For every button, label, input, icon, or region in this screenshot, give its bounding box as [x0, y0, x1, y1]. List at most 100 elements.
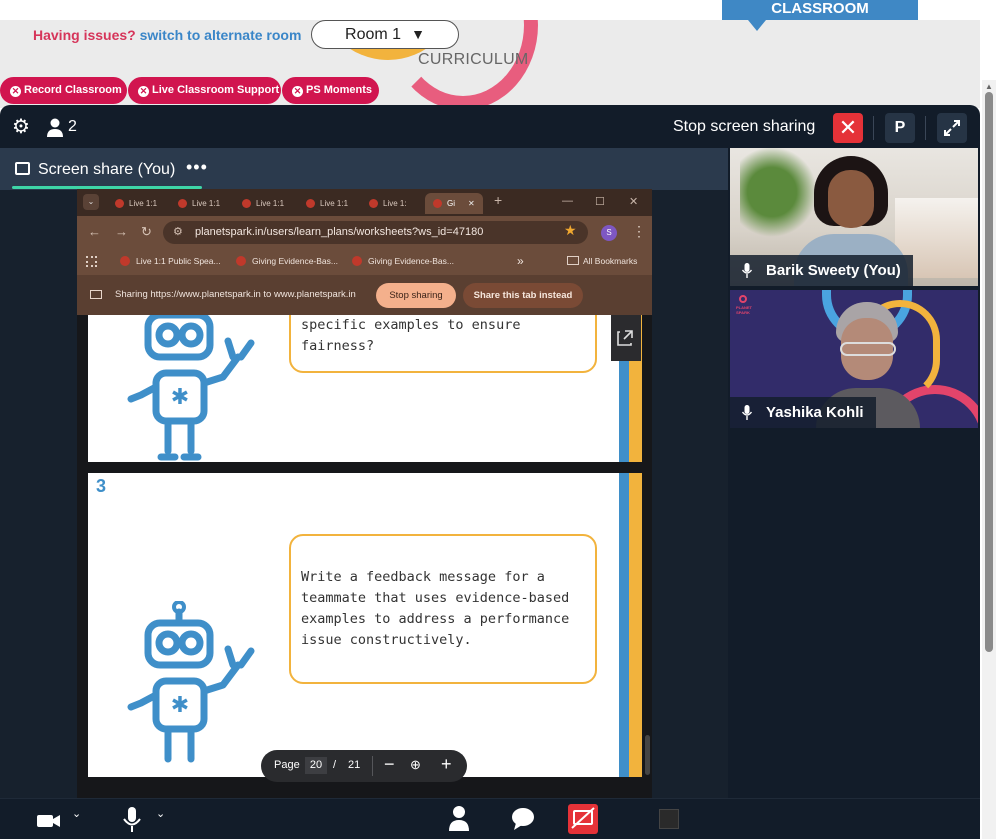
- question-line: Write a feedback message for a: [301, 569, 545, 585]
- page-separator: /: [333, 759, 337, 771]
- avatar: [794, 156, 908, 286]
- browser-tab[interactable]: Live 1:: [361, 193, 421, 214]
- page-scrollbar[interactable]: ▲: [982, 80, 996, 839]
- participant-tile[interactable]: Barik Sweety (You): [730, 148, 978, 286]
- worksheet-card: 3 ✱ Write a feedback message for a teamm…: [88, 473, 642, 777]
- browser-tab-active[interactable]: Gi ✕: [425, 193, 483, 214]
- scrollbar-thumb[interactable]: [985, 92, 993, 652]
- robot-illustration: ✱: [127, 601, 255, 763]
- more-options-icon[interactable]: •••: [186, 157, 208, 178]
- camera-options-chevron-icon[interactable]: ⌄: [72, 807, 81, 820]
- stop-sharing-close-icon[interactable]: ✕: [833, 113, 863, 143]
- tab-close-icon[interactable]: ✕: [468, 193, 475, 214]
- zoom-fit-icon[interactable]: ⊕: [410, 757, 421, 773]
- divider: [925, 116, 926, 140]
- bookmark-star-icon[interactable]: ★: [564, 222, 577, 239]
- avatar-face: [828, 170, 874, 228]
- card-stripe-blue: [619, 473, 629, 777]
- pill-label: Live Classroom Support: [152, 84, 280, 96]
- open-external-icon[interactable]: [611, 315, 641, 361]
- fullscreen-icon[interactable]: [937, 113, 967, 143]
- folder-icon: [567, 256, 579, 265]
- presenter-button[interactable]: P: [885, 113, 915, 143]
- zoom-in-icon[interactable]: +: [441, 754, 452, 775]
- sharing-notice: Sharing https://www.planetspark.in to ww…: [115, 289, 356, 300]
- bookmark-item[interactable]: Giving Evidence-Bas...: [236, 256, 338, 266]
- record-classroom-button[interactable]: ✕ Record Classroom: [0, 77, 127, 104]
- question-line: specific examples to ensure: [301, 317, 521, 333]
- address-bar[interactable]: ⚙ planetspark.in/users/learn_plans/works…: [163, 221, 588, 244]
- page-label: Page: [274, 759, 300, 771]
- pill-label: Record Classroom: [24, 84, 122, 96]
- browser-tab[interactable]: Live 1:1: [107, 193, 167, 214]
- window-close-icon[interactable]: ✕: [629, 195, 638, 208]
- meeting-window: ⚙ 2 Stop screen sharing ✕ P Screen share…: [0, 105, 980, 839]
- alternate-room-link[interactable]: switch to alternate room: [140, 27, 302, 43]
- all-bookmarks-folder[interactable]: All Bookmarks: [567, 256, 637, 266]
- browser-tab[interactable]: Live 1:1: [170, 193, 230, 214]
- new-tab-icon[interactable]: +: [494, 192, 502, 208]
- site-info-icon[interactable]: ⚙: [173, 221, 183, 244]
- meeting-topbar: ⚙ 2 Stop screen sharing ✕ P: [0, 105, 980, 148]
- dropdown-arrow-icon: ▼: [411, 26, 425, 42]
- all-bookmarks-label: All Bookmarks: [583, 256, 638, 266]
- minimize-icon[interactable]: —: [562, 195, 573, 207]
- browser-tab-strip: ⌄ Live 1:1 Live 1:1 Live 1:1 Live 1:1 Li…: [77, 189, 652, 216]
- gear-icon[interactable]: ⚙: [12, 117, 32, 138]
- page-number-input[interactable]: 20: [305, 757, 327, 774]
- maximize-icon[interactable]: ☐: [595, 195, 605, 208]
- browser-menu-icon[interactable]: ⋮: [632, 223, 646, 240]
- more-tools-icon[interactable]: [659, 809, 679, 829]
- zoom-out-icon[interactable]: −: [384, 754, 395, 775]
- chat-icon[interactable]: [511, 807, 535, 831]
- participants-icon[interactable]: [448, 805, 470, 831]
- question-line: examples to address a performance: [301, 611, 570, 627]
- screen-share-off-icon[interactable]: [568, 804, 598, 834]
- bookmark-item[interactable]: Giving Evidence-Bas...: [352, 256, 454, 266]
- pdf-scrollbar[interactable]: [645, 735, 650, 775]
- address-bar-row: ← → ↻ ⚙ planetspark.in/users/learn_plans…: [77, 216, 652, 249]
- stop-sharing-button[interactable]: Stop sharing: [376, 283, 456, 308]
- classroom-tab[interactable]: CLASSROOM: [722, 0, 918, 31]
- issues-notice: Having issues? switch to alternate room: [33, 27, 301, 43]
- screen-share-header: Screen share (You) •••: [0, 148, 728, 190]
- room-select-value: Room 1: [345, 26, 402, 43]
- profile-avatar[interactable]: S: [601, 225, 617, 241]
- reload-icon[interactable]: ↻: [141, 224, 152, 240]
- room-select[interactable]: Room 1 ▼: [311, 20, 459, 49]
- tab-label: Live 1:: [383, 199, 407, 208]
- favicon-icon: [242, 199, 251, 208]
- share-this-tab-button[interactable]: Share this tab instead: [463, 283, 583, 308]
- more-bookmarks-icon[interactable]: »: [517, 254, 524, 268]
- microphone-icon: [742, 405, 752, 420]
- participant-name-bar: Yashika Kohli: [730, 397, 876, 428]
- question-line: teammate that uses evidence-based: [301, 590, 570, 606]
- scroll-up-icon[interactable]: ▲: [985, 82, 993, 91]
- close-circle-icon: ✕: [10, 86, 21, 97]
- favicon-icon: [178, 199, 187, 208]
- live-classroom-support-button[interactable]: ✕ Live Classroom Support: [128, 77, 281, 104]
- person-icon[interactable]: [46, 118, 64, 138]
- curriculum-link[interactable]: CURRICULUM: [418, 51, 529, 69]
- tab-search-icon[interactable]: ⌄: [83, 194, 99, 210]
- avatar-glasses: [840, 342, 896, 356]
- ps-moments-button[interactable]: ✕ PS Moments: [282, 77, 379, 104]
- bookmark-label: Giving Evidence-Bas...: [368, 256, 454, 266]
- browser-tab[interactable]: Live 1:1: [298, 193, 358, 214]
- mic-options-chevron-icon[interactable]: ⌄: [156, 807, 165, 820]
- microphone-icon[interactable]: [123, 807, 141, 833]
- camera-icon[interactable]: [36, 809, 62, 833]
- forward-icon[interactable]: →: [115, 224, 128, 239]
- browser-tab[interactable]: Live 1:1: [234, 193, 294, 214]
- bookmark-item[interactable]: Live 1:1 Public Spea...: [120, 256, 221, 266]
- favicon-icon: [433, 199, 442, 208]
- stop-screen-sharing-label[interactable]: Stop screen sharing: [673, 118, 815, 136]
- robot-illustration: ✱: [127, 315, 255, 461]
- tab-label: Gi: [447, 199, 455, 208]
- back-icon[interactable]: ←: [88, 224, 101, 239]
- apps-grid-icon[interactable]: [86, 256, 97, 267]
- participant-tile[interactable]: PLANET SPARK Yashika Kohli: [730, 290, 978, 428]
- tab-label: Live 1:1: [129, 199, 158, 208]
- question-line: fairness?: [301, 338, 375, 354]
- favicon-icon: [120, 256, 130, 266]
